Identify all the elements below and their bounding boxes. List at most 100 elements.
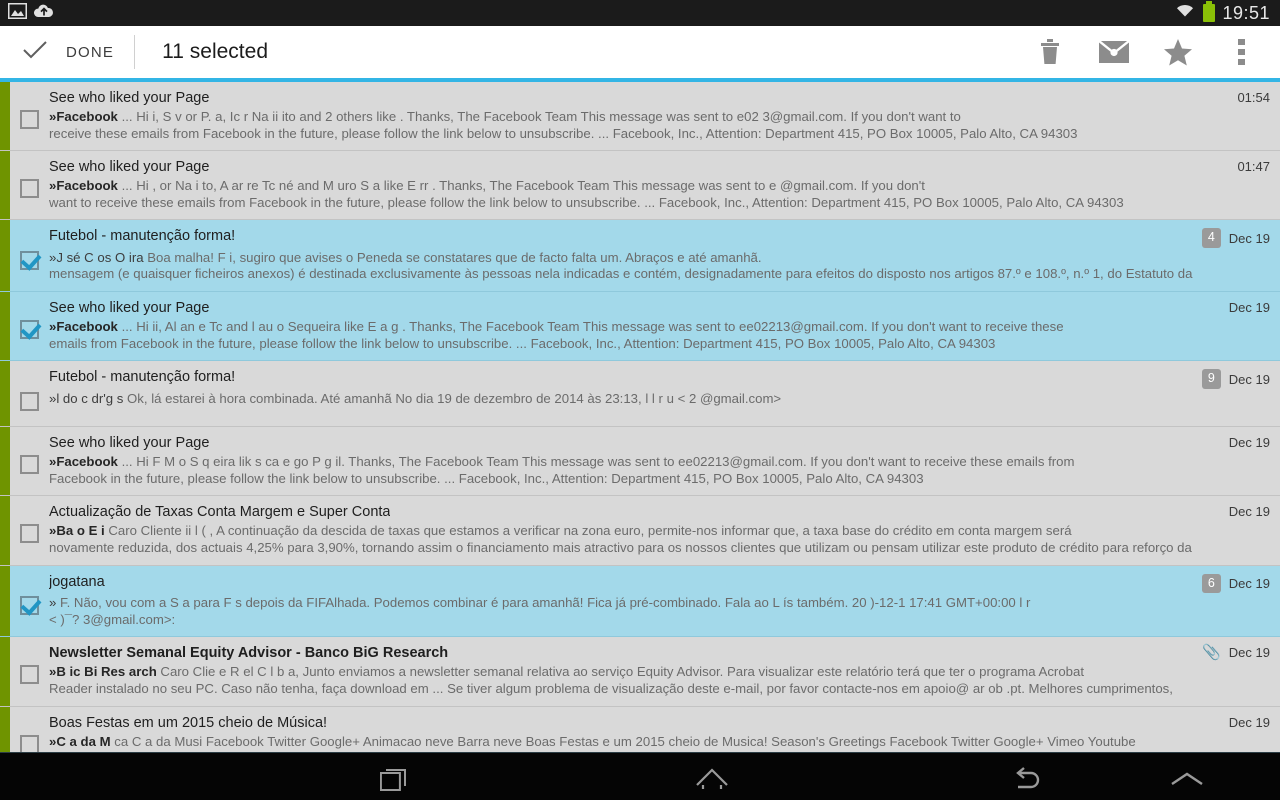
email-sender: »Ba o E i [49, 523, 105, 539]
email-subject: jogatana [49, 573, 105, 590]
conversation-count-badge: 6 [1201, 573, 1221, 594]
email-meta: 01:54 [1237, 89, 1270, 105]
email-select-checkbox[interactable] [20, 320, 39, 340]
email-subject: See who liked your Page [49, 159, 210, 176]
email-snippet: »Facebook ... Hi ii, Al an e Tc and l au… [49, 319, 1270, 352]
email-snippet: »C a da M ca C a da Musi Facebook Twitte… [49, 734, 1270, 753]
email-date: 01:54 [1237, 90, 1270, 105]
email-snippet-line-1: Boa malha! F i, sugiro que avises o Pene… [147, 249, 762, 265]
email-snippet: »Facebook ... Hi F M o S q eira lik s ca… [49, 454, 1270, 487]
email-sender: »Facebook [49, 178, 118, 194]
email-snippet: »J sé C os O ira Boa malha! F i, sugiro … [49, 250, 1270, 283]
email-snippet-line-1: ... Hi ii, Al an e Tc and l au o Sequeir… [121, 319, 1064, 335]
email-subject: Newsletter Semanal Equity Advisor - Banc… [49, 645, 449, 662]
email-date: Dec 19 [1228, 504, 1270, 520]
email-meta: Dec 19 [1229, 503, 1270, 519]
email-row[interactable]: jogatana 6 Dec 19 » F. Não, vou com a S a p… [0, 565, 1280, 638]
selection-count: 11 selected [162, 40, 268, 63]
email-sender: »Facebook [49, 109, 118, 124]
overflow-menu-icon[interactable] [1210, 26, 1274, 78]
email-sender: »l do c dr'g s [49, 390, 124, 406]
email-subject: Actualização de Taxas Conta Margem e Sup… [49, 504, 391, 521]
label-color-stripe [0, 565, 10, 637]
status-bar-clock: 19:51 [1222, 2, 1270, 23]
email-row[interactable]: See who liked your Page Dec 19 »Facebook .… [0, 427, 1280, 497]
email-snippet: »Ba o E i Caro Cliente ii l ( , A contin… [49, 523, 1270, 556]
action-bar: DONE 11 selected [0, 26, 1280, 78]
email-sender: »Facebook [49, 319, 118, 335]
email-subject: See who liked your Page [49, 435, 210, 452]
email-row[interactable]: Futebol - manutenção forma! 9 Dec 19 »l do … [0, 361, 1280, 428]
email-select-checkbox[interactable] [20, 110, 39, 129]
email-row[interactable]: Boas Festas em um 2015 cheio de Música! D… [0, 706, 1280, 753]
email-row[interactable]: Newsletter Semanal Equity Advisor - Banc… [0, 637, 1280, 707]
delete-icon[interactable] [1018, 26, 1082, 78]
email-select-checkbox[interactable] [20, 665, 39, 685]
email-snippet-line-2: emails from Facebook in the future, plea… [49, 335, 996, 351]
email-snippet-line-2: < )¯? 3@gmail.com>: [49, 611, 176, 627]
email-sender: »Facebook [49, 454, 118, 470]
email-subject: See who liked your Page [49, 90, 210, 106]
email-snippet-line-1: ... Hi i, S v or P. a, Ic r Na ii ito an… [121, 109, 961, 124]
label-color-stripe [0, 496, 10, 565]
conversation-count-badge: 4 [1201, 228, 1221, 248]
email-snippet: » F. Não, vou com a S a para F s depois … [49, 595, 1270, 628]
star-icon[interactable] [1146, 26, 1210, 78]
email-sender: »B ic Bi Res arch [49, 664, 157, 680]
email-row[interactable]: Actualização de Taxas Conta Margem e Sup… [0, 496, 1280, 566]
back-icon[interactable] [963, 753, 1093, 800]
mark-unread-icon[interactable] [1082, 26, 1146, 78]
email-snippet-line-1: ... Hi , or Na i to, A ar re Tc né and M… [121, 178, 925, 194]
email-meta: 📎 Dec 19 [1202, 644, 1270, 660]
email-row[interactable]: See who liked your Page 01:54 »Facebook ..… [0, 82, 1280, 152]
email-snippet-line-2: Facebook in the future, please follow th… [49, 470, 924, 486]
recents-icon[interactable] [330, 753, 460, 800]
done-label: DONE [66, 43, 115, 61]
email-snippet-line-2: Reader instalado no seu PC. Caso não ten… [49, 680, 1173, 696]
email-snippet: »l do c dr'g s Ok, lá estarei à hora com… [49, 391, 1270, 411]
home-icon[interactable] [647, 753, 777, 800]
email-date: Dec 19 [1228, 371, 1270, 387]
email-row[interactable]: See who liked your Page 01:47 »Facebook ..… [0, 151, 1280, 221]
email-select-checkbox[interactable] [20, 179, 39, 199]
label-color-stripe [0, 292, 10, 361]
battery-icon [1203, 1, 1216, 22]
email-select-checkbox[interactable] [20, 596, 39, 616]
conversation-count-badge: 9 [1201, 369, 1221, 389]
email-select-checkbox[interactable] [20, 734, 39, 752]
email-date: Dec 19 [1228, 300, 1270, 316]
email-date: Dec 19 [1228, 714, 1270, 730]
email-select-checkbox[interactable] [20, 524, 39, 544]
email-list[interactable]: See who liked your Page 01:54 »Facebook ..… [0, 82, 1280, 752]
label-color-stripe [0, 706, 10, 752]
label-color-stripe [0, 82, 10, 151]
email-select-checkbox[interactable] [20, 250, 39, 270]
email-meta: 01:47 [1237, 158, 1270, 174]
email-date: Dec 19 [1228, 645, 1270, 661]
email-date: 01:47 [1237, 159, 1270, 175]
email-meta: Dec 19 [1229, 714, 1270, 730]
email-sender: »C a da M [49, 733, 111, 749]
email-snippet-line-1: Caro Cliente ii l ( , A continuação da d… [108, 523, 1072, 539]
email-snippet-line-2: novamente reduzida, dos actuais 4,25% pa… [49, 540, 1192, 556]
email-snippet-line-2: want to receive these emails from Facebo… [49, 194, 1124, 210]
email-row[interactable]: Futebol - manutenção forma! 4 Dec 19 »J sé … [0, 220, 1280, 293]
done-button[interactable]: DONE [0, 26, 134, 78]
check-icon [22, 40, 48, 65]
label-color-stripe [0, 361, 10, 427]
email-meta: Dec 19 [1229, 434, 1270, 450]
email-select-checkbox[interactable] [20, 391, 39, 411]
label-color-stripe [0, 637, 10, 706]
attachment-icon: 📎 [1202, 644, 1221, 662]
expand-icon[interactable] [1122, 753, 1252, 800]
email-meta: 4 Dec 19 [1201, 227, 1270, 248]
email-snippet-line-1: Caro Clie e R el C l b a, Junto enviamos… [160, 664, 1084, 680]
email-meta: 9 Dec 19 [1201, 368, 1270, 389]
email-meta: 6 Dec 19 [1201, 573, 1270, 594]
email-subject: Boas Festas em um 2015 cheio de Música! [49, 714, 328, 731]
email-select-checkbox[interactable] [20, 455, 39, 475]
cloud-upload-icon [33, 3, 55, 24]
email-meta: Dec 19 [1229, 299, 1270, 315]
email-snippet: »B ic Bi Res arch Caro Clie e R el C l b… [49, 664, 1270, 697]
email-row[interactable]: See who liked your Page Dec 19 »Facebook .… [0, 292, 1280, 362]
